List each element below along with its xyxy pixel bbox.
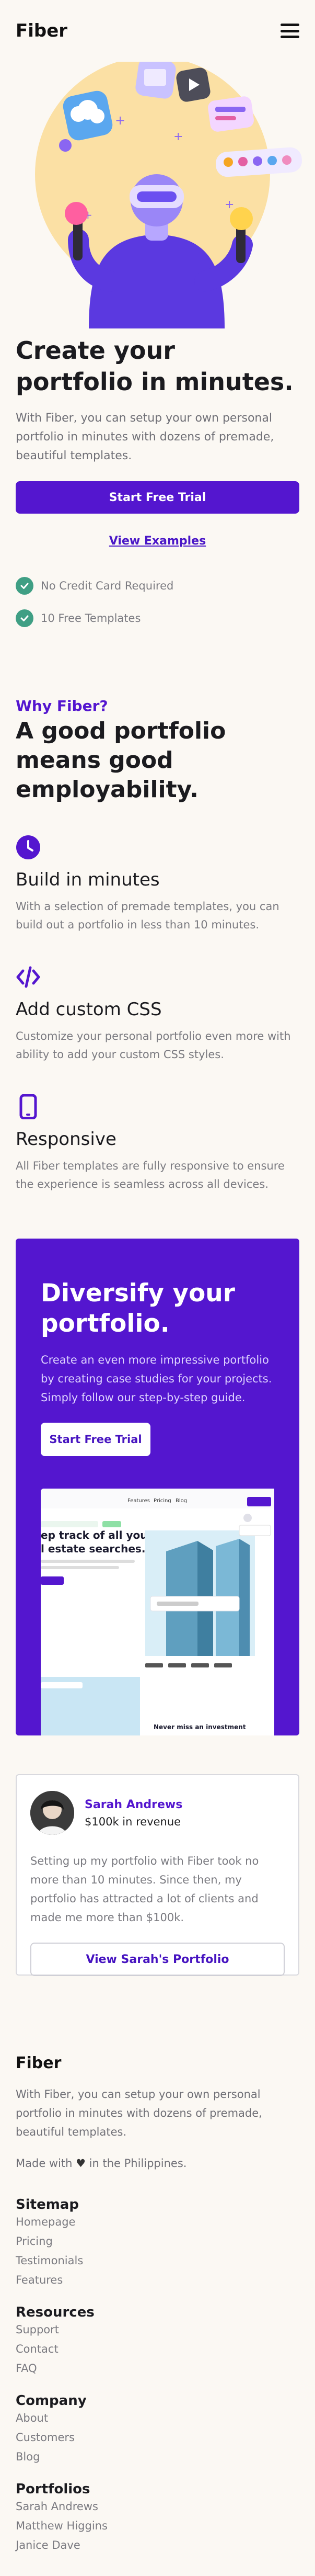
- footer-column-title: Portfolios: [16, 2481, 90, 2497]
- avatar: [30, 1791, 74, 1835]
- promo-text: Create an even more impressive portfolio…: [41, 1354, 272, 1404]
- feature-css: Add custom CSS Customize your personal p…: [16, 964, 299, 1064]
- site-footer: Fiber With Fiber, you can setup your own…: [0, 2054, 315, 2576]
- feature-text: All Fiber templates are fully responsive…: [16, 1160, 285, 1190]
- footer-link-sarah-andrews[interactable]: Sarah Andrews: [16, 2497, 299, 2516]
- code-icon: [16, 966, 40, 988]
- mock-tagline: Never miss an investment: [154, 1723, 246, 1731]
- footer-link-janice-dave[interactable]: Janice Dave: [16, 2536, 299, 2555]
- view-examples-link[interactable]: View Examples: [16, 535, 299, 548]
- footer-column-title: Company: [16, 2393, 87, 2409]
- benefit-item: 10 Free Templates: [16, 602, 299, 634]
- footer-column-title: Sitemap: [16, 2197, 79, 2212]
- mock-headline-1: ep track of all your: [41, 1529, 153, 1541]
- mock-nav-item: Features: [127, 1498, 150, 1504]
- benefits-list: No Credit Card Required 10 Free Template…: [16, 570, 299, 634]
- footer-link-contact[interactable]: Contact: [16, 2340, 299, 2359]
- footer-column-sitemap: Sitemap Homepage Pricing Testimonials Fe…: [16, 2197, 299, 2290]
- feature-title: Add custom CSS: [16, 999, 162, 1020]
- benefit-label: 10 Free Templates: [41, 612, 141, 625]
- mock-nav-item: Blog: [176, 1498, 187, 1504]
- feature-title: Build in minutes: [16, 869, 160, 890]
- view-portfolio-button[interactable]: View Sarah's Portfolio: [30, 1943, 285, 1976]
- site-header: Fiber: [0, 0, 315, 62]
- phone-icon: [19, 1094, 37, 1120]
- footer-brand[interactable]: Fiber: [16, 2054, 299, 2072]
- footer-link-testimonials[interactable]: Testimonials: [16, 2251, 299, 2271]
- footer-link-about[interactable]: About: [16, 2409, 299, 2428]
- website-preview-image: Features Pricing Blog ep track of all yo…: [41, 1489, 274, 1735]
- start-free-trial-button[interactable]: Start Free Trial: [16, 481, 299, 514]
- benefit-label: No Credit Card Required: [41, 580, 174, 592]
- footer-link-customers[interactable]: Customers: [16, 2428, 299, 2447]
- hero-lead: With Fiber, you can setup your own perso…: [16, 412, 274, 462]
- footer-link-pricing[interactable]: Pricing: [16, 2232, 299, 2251]
- svg-text:+: +: [225, 198, 234, 211]
- testimonial-revenue: $100k in revenue: [85, 1815, 181, 1828]
- feature-responsive: Responsive All Fiber templates are fully…: [16, 1094, 299, 1194]
- check-icon: [16, 577, 33, 595]
- page: Fiber + + + + Create your portfolio in m…: [0, 0, 315, 2576]
- promo-start-trial-button[interactable]: Start Free Trial: [41, 1423, 150, 1456]
- footer-link-blog[interactable]: Blog: [16, 2447, 299, 2467]
- clock-icon: [16, 835, 40, 859]
- footer-column-resources: Resources Support Contact FAQ: [16, 2305, 299, 2378]
- feature-build: Build in minutes With a selection of pre…: [16, 835, 299, 934]
- heart-icon: ♥: [76, 2157, 86, 2170]
- hero-section: Create your portfolio in minutes. With F…: [0, 335, 315, 634]
- footer-column-title: Resources: [16, 2305, 95, 2320]
- mock-nav-item: Pricing: [154, 1498, 171, 1504]
- brand-logo[interactable]: Fiber: [16, 20, 67, 41]
- section-kicker: Why Fiber?: [16, 697, 108, 714]
- footer-link-homepage[interactable]: Homepage: [16, 2212, 299, 2232]
- testimonial-quote: Setting up my portfolio with Fiber took …: [30, 1855, 259, 1924]
- footer-column-company: Company About Customers Blog: [16, 2393, 299, 2467]
- footer-text: With Fiber, you can setup your own perso…: [16, 2088, 262, 2138]
- check-icon: [16, 609, 33, 627]
- why-section: Why Fiber? A good portfolio means good e…: [0, 697, 315, 1194]
- hero-illustration: + + + +: [0, 62, 315, 328]
- feature-text: With a selection of premade templates, y…: [16, 900, 279, 931]
- menu-icon[interactable]: [281, 24, 299, 38]
- testimonial-header: Sarah Andrews $100k in revenue: [30, 1791, 285, 1835]
- testimonial-name: Sarah Andrews: [85, 1798, 183, 1811]
- svg-text:+: +: [115, 113, 125, 128]
- footer-link-faq[interactable]: FAQ: [16, 2359, 299, 2378]
- footer-link-matthew-higgins[interactable]: Matthew Higgins: [16, 2516, 299, 2536]
- svg-text:+: +: [173, 130, 183, 143]
- footer-made-with: Made with ♥ in the Philippines.: [16, 2157, 187, 2170]
- feature-text: Customize your personal portfolio even m…: [16, 1030, 291, 1061]
- footer-link-support[interactable]: Support: [16, 2320, 299, 2340]
- footer-link-features[interactable]: Features: [16, 2271, 299, 2290]
- testimonial-card: Sarah Andrews $100k in revenue Setting u…: [16, 1774, 299, 1976]
- footer-column-portfolios: Portfolios Sarah Andrews Matthew Higgins…: [16, 2481, 299, 2555]
- section-title: A good portfolio means good employabilit…: [16, 718, 226, 803]
- hero-title: Create your portfolio in minutes.: [16, 336, 294, 396]
- benefit-item: No Credit Card Required: [16, 570, 299, 602]
- promo-title: Diversify your portfolio.: [41, 1279, 235, 1338]
- mock-headline-2: l estate searches.: [41, 1542, 145, 1555]
- feature-title: Responsive: [16, 1129, 116, 1150]
- promo-card: Diversify your portfolio. Create an even…: [16, 1239, 299, 1735]
